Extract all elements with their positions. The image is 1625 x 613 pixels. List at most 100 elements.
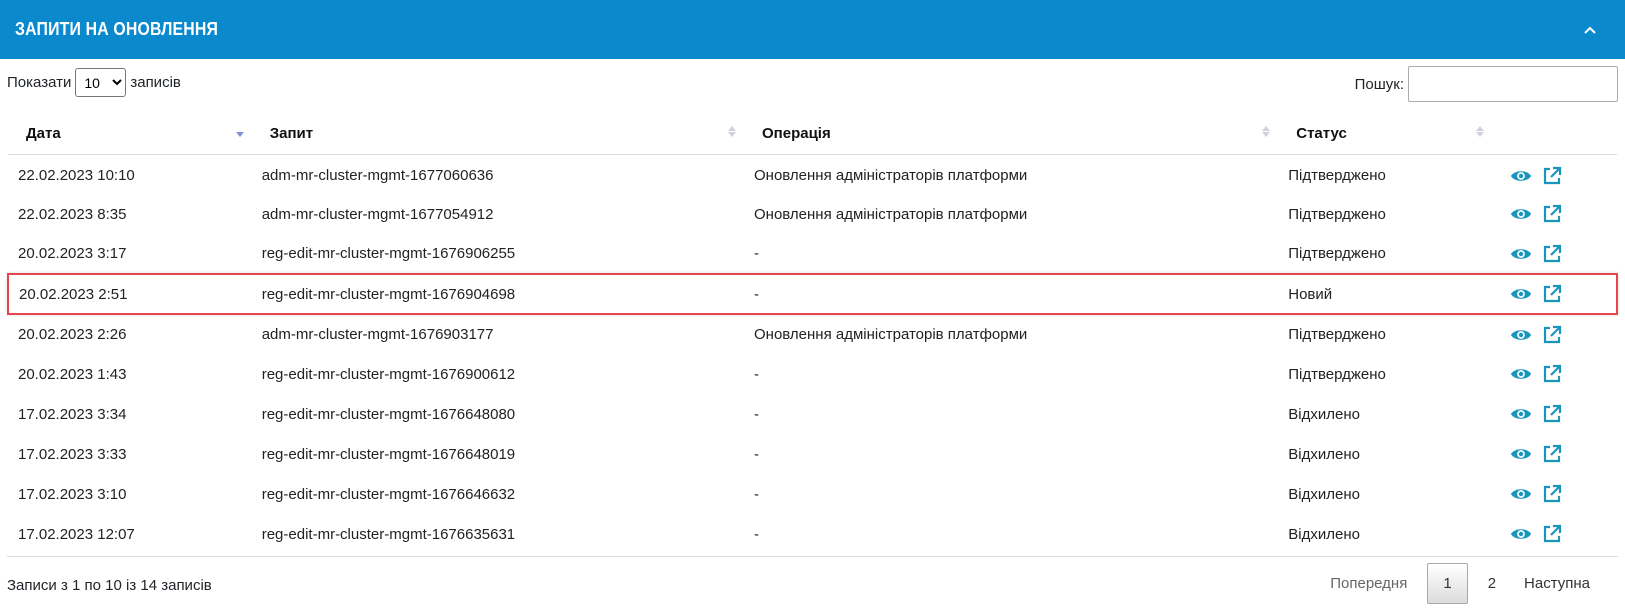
cell-status: Відхилено — [1288, 485, 1360, 503]
eye-icon[interactable] — [1510, 443, 1532, 465]
cell-operation: Оновлення адміністраторів платформи — [754, 167, 1028, 185]
eye-icon[interactable] — [1510, 283, 1532, 305]
search-input[interactable] — [1408, 66, 1618, 102]
cell-operation: Оновлення адміністраторів платформи — [754, 326, 1028, 343]
external-link-icon[interactable] — [1541, 243, 1563, 265]
table-header-row: Дата Запит Операція Статус — [8, 113, 1617, 155]
external-link-icon[interactable] — [1541, 443, 1563, 465]
table-body: 22.02.2023 10:10 adm-mr-cluster-mgmt-167… — [7, 154, 1618, 554]
cell-status: Підтверджено — [1288, 365, 1386, 383]
column-header-status[interactable]: Статус — [1278, 113, 1493, 155]
cell-date: 17.02.2023 12:07 — [18, 525, 135, 543]
pagination-page-1[interactable]: 1 — [1427, 563, 1468, 604]
cell-status: Підтверджено — [1288, 245, 1386, 262]
column-header-request[interactable]: Запит — [251, 113, 744, 155]
page-length-select[interactable]: 10 — [75, 68, 127, 97]
pagination-previous[interactable]: Попередня — [1316, 563, 1421, 604]
cell-date: 20.02.2023 1:43 — [18, 365, 127, 383]
cell-actions — [1492, 474, 1617, 514]
eye-icon[interactable] — [1510, 403, 1532, 425]
chevron-up-icon[interactable] — [1579, 19, 1601, 41]
cell-date: 20.02.2023 2:51 — [7, 273, 252, 315]
search-control: Пошук: — [1355, 66, 1618, 102]
cell-date: 17.02.2023 3:33 — [18, 445, 127, 463]
table-bottom-border — [7, 556, 1618, 557]
eye-icon[interactable] — [1510, 243, 1532, 265]
cell-date: 20.02.2023 2:26 — [18, 326, 127, 343]
table-row: 17.02.2023 3:34 reg-edit-mr-cluster-mgmt… — [8, 394, 1617, 434]
cell-date: 17.02.2023 3:10 — [18, 485, 127, 503]
cell-actions — [1492, 273, 1618, 315]
eye-icon[interactable] — [1510, 203, 1532, 225]
external-link-icon[interactable] — [1541, 203, 1563, 225]
table-row: 17.02.2023 3:10 reg-edit-mr-cluster-mgmt… — [8, 474, 1617, 514]
cell-status: Відхилено — [1288, 405, 1360, 423]
external-link-icon[interactable] — [1541, 283, 1563, 305]
eye-icon[interactable] — [1510, 324, 1532, 346]
cell-status: Підтверджено — [1288, 167, 1386, 185]
cell-operation: Оновлення адміністраторів платформи — [754, 205, 1028, 223]
cell-actions — [1492, 234, 1617, 274]
external-link-icon[interactable] — [1541, 523, 1563, 545]
eye-icon[interactable] — [1510, 363, 1532, 385]
column-header-date[interactable]: Дата — [8, 113, 252, 155]
cell-actions — [1492, 434, 1617, 474]
external-link-icon[interactable] — [1541, 324, 1563, 346]
cell-request: adm-mr-cluster-mgmt-1677060636 — [261, 167, 494, 185]
cell-date: 20.02.2023 3:17 — [18, 245, 127, 262]
page-length-prefix: Показати — [7, 74, 72, 91]
table-row: 20.02.2023 1:43 reg-edit-mr-cluster-mgmt… — [8, 354, 1617, 394]
eye-icon[interactable] — [1510, 165, 1532, 187]
sort-desc-icon — [235, 126, 244, 137]
table-row: 17.02.2023 12:07 reg-edit-mr-cluster-mgm… — [8, 514, 1617, 554]
cell-status: Новий — [1278, 273, 1493, 315]
panel-title: Запити на оновлення — [15, 19, 219, 39]
cell-operation: - — [754, 525, 759, 543]
cell-status: Підтверджено — [1288, 326, 1386, 343]
cell-actions — [1492, 514, 1617, 554]
page-length-control: Показати 10 записів — [7, 68, 181, 97]
pagination-page-2[interactable]: 2 — [1474, 563, 1510, 604]
cell-request: reg-edit-mr-cluster-mgmt-1676635631 — [261, 525, 516, 543]
eye-icon[interactable] — [1510, 523, 1532, 545]
cell-request: reg-edit-mr-cluster-mgmt-1676900612 — [261, 365, 516, 383]
sort-icon — [1262, 126, 1271, 137]
cell-request: adm-mr-cluster-mgmt-1677054912 — [261, 205, 494, 223]
cell-actions — [1492, 354, 1617, 394]
cell-operation: - — [754, 485, 759, 503]
cell-status: Підтверджено — [1288, 205, 1386, 223]
external-link-icon[interactable] — [1541, 483, 1563, 505]
pagination-next[interactable]: Наступна — [1510, 563, 1604, 604]
table-row: 17.02.2023 3:33 reg-edit-mr-cluster-mgmt… — [8, 434, 1617, 474]
cell-request: reg-edit-mr-cluster-mgmt-1676646632 — [261, 485, 516, 503]
table-info: Записи з 1 по 10 із 14 записів — [7, 577, 212, 594]
cell-request: adm-mr-cluster-mgmt-1676903177 — [261, 326, 494, 343]
external-link-icon[interactable] — [1541, 165, 1563, 187]
table-controls: Показати 10 записів Пошук: — [0, 66, 1625, 106]
pagination: Попередня 1 2 Наступна — [1316, 563, 1604, 604]
cell-actions — [1492, 154, 1617, 194]
table-row: 22.02.2023 8:35 adm-mr-cluster-mgmt-1677… — [8, 194, 1617, 234]
column-header-operation[interactable]: Операція — [744, 113, 1279, 155]
sort-icon — [1476, 126, 1485, 137]
search-label: Пошук: — [1354, 75, 1404, 93]
page-length-suffix: записів — [130, 74, 181, 91]
cell-date: 22.02.2023 10:10 — [18, 167, 135, 185]
cell-actions — [1492, 394, 1617, 434]
cell-date: 17.02.2023 3:34 — [18, 405, 127, 423]
cell-operation: - — [754, 365, 759, 383]
table-row: 20.02.2023 2:26 adm-mr-cluster-mgmt-1676… — [8, 314, 1617, 354]
cell-date: 22.02.2023 8:35 — [18, 205, 127, 223]
eye-icon[interactable] — [1510, 483, 1532, 505]
cell-operation: - — [754, 245, 759, 262]
requests-table: Дата Запит Операція Статус 22.02.2023 10… — [7, 113, 1618, 554]
external-link-icon[interactable] — [1541, 363, 1563, 385]
cell-operation: - — [754, 405, 759, 423]
panel-header: Запити на оновлення — [0, 0, 1625, 59]
cell-operation: - — [754, 445, 759, 463]
column-header-actions — [1492, 113, 1617, 155]
cell-actions — [1492, 314, 1617, 354]
external-link-icon[interactable] — [1541, 403, 1563, 425]
cell-request: reg-edit-mr-cluster-mgmt-1676906255 — [261, 245, 516, 262]
cell-operation: - — [744, 273, 1279, 315]
